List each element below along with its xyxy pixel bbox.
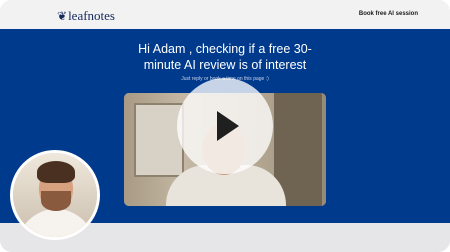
site-header: ❦leafnotes Book free AI session [0,0,450,31]
presenter-avatar [10,150,100,240]
brand-name: leafnotes [68,8,115,23]
hero-headline: Hi Adam , checking if a free 30-minute A… [138,42,312,72]
wall-frame [134,103,184,177]
play-button[interactable] [177,78,273,174]
avatar-hair [37,161,75,183]
leaf-icon: ❦ [57,9,68,23]
avatar-beard [41,191,71,211]
play-icon [217,111,239,141]
brand-logo[interactable]: ❦leafnotes [57,8,115,24]
email-preview-card: ❦leafnotes Book free AI session Hi Adam … [0,0,450,252]
book-session-link[interactable]: Book free AI session [359,11,418,17]
